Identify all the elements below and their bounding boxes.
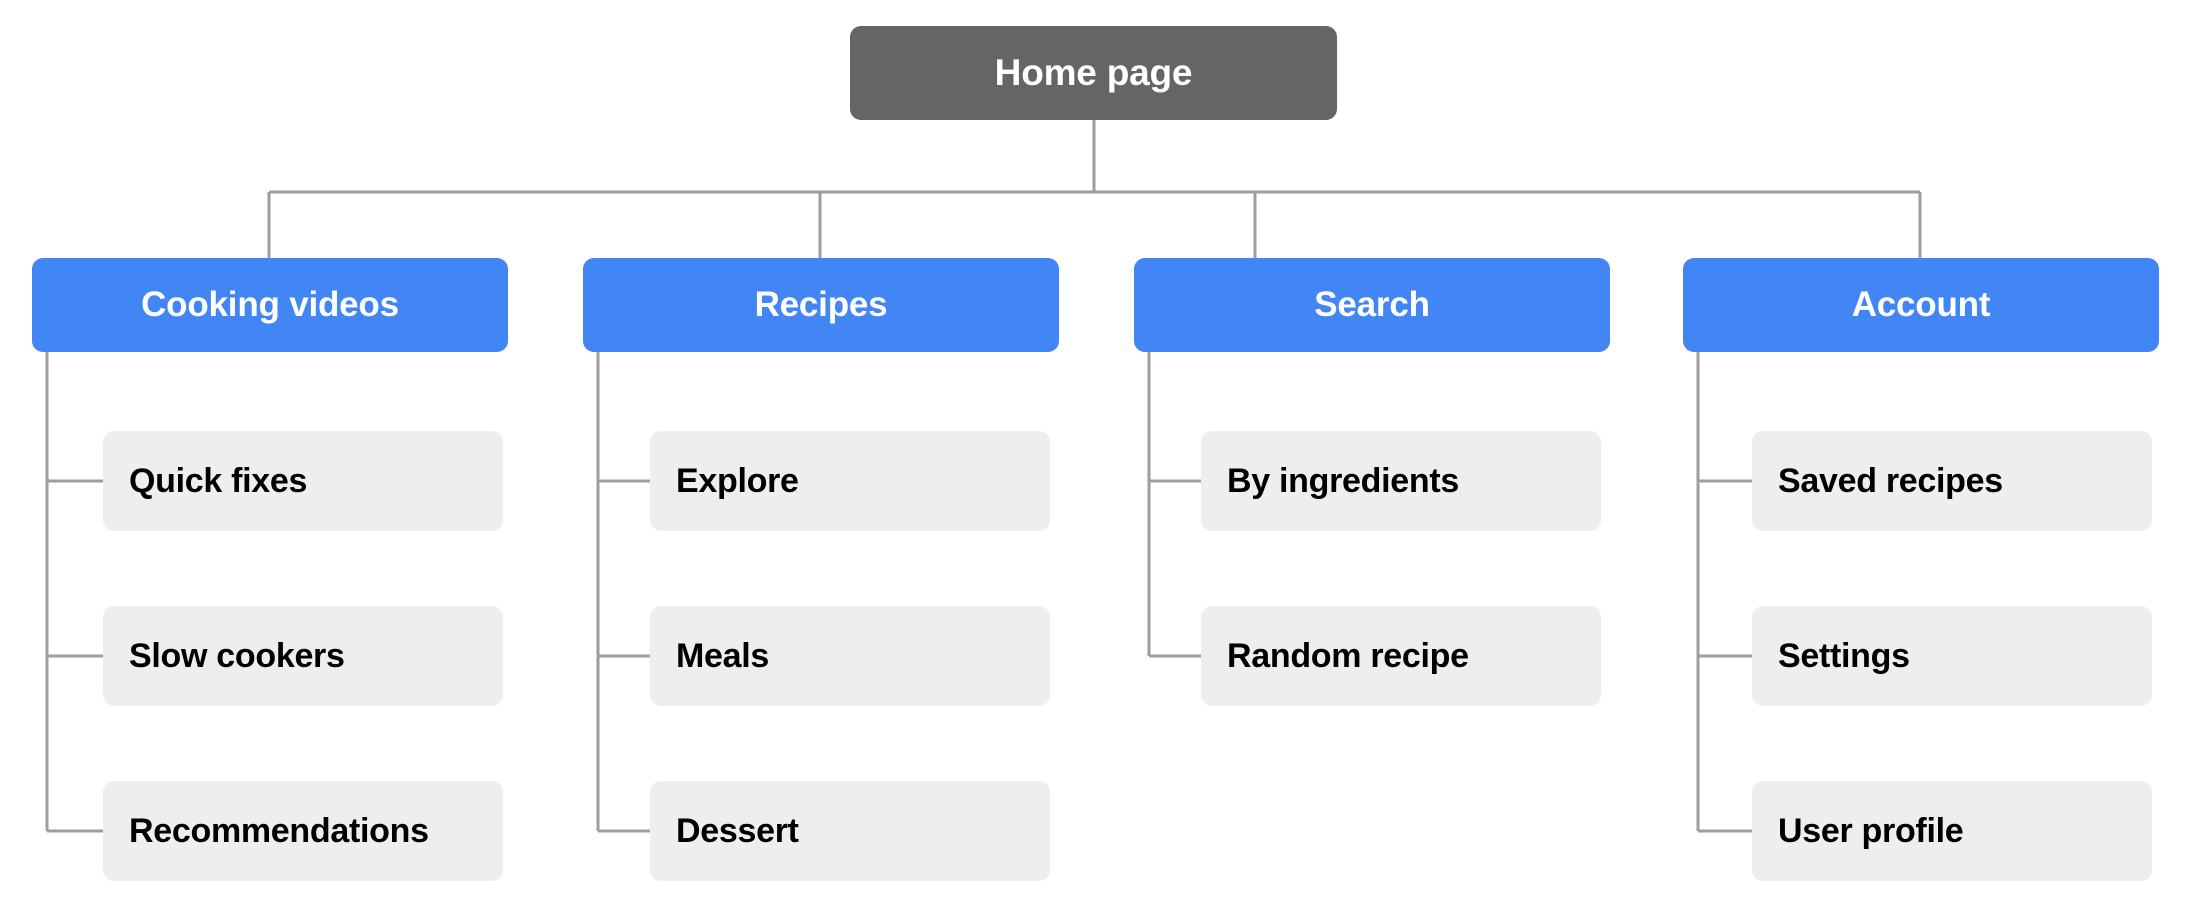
- leaf-node-meals[interactable]: Meals: [650, 606, 1050, 706]
- leaf-node-dessert[interactable]: Dessert: [650, 781, 1050, 881]
- section-node-cooking-videos[interactable]: Cooking videos: [32, 258, 508, 352]
- root-node-home-page[interactable]: Home page: [850, 26, 1337, 120]
- leaf-node-quick-fixes[interactable]: Quick fixes: [103, 431, 503, 531]
- leaf-node-settings[interactable]: Settings: [1752, 606, 2152, 706]
- leaf-node-user-profile[interactable]: User profile: [1752, 781, 2152, 881]
- leaf-node-by-ingredients[interactable]: By ingredients: [1201, 431, 1601, 531]
- leaf-node-random-recipe[interactable]: Random recipe: [1201, 606, 1601, 706]
- section-node-account[interactable]: Account: [1683, 258, 2159, 352]
- sitemap-diagram: Home page Cooking videos Quick fixes Slow c…: [0, 0, 2186, 904]
- section-node-search[interactable]: Search: [1134, 258, 1610, 352]
- leaf-node-recommendations[interactable]: Recommendations: [103, 781, 503, 881]
- leaf-node-saved-recipes[interactable]: Saved recipes: [1752, 431, 2152, 531]
- leaf-node-explore[interactable]: Explore: [650, 431, 1050, 531]
- section-node-recipes[interactable]: Recipes: [583, 258, 1059, 352]
- leaf-node-slow-cookers[interactable]: Slow cookers: [103, 606, 503, 706]
